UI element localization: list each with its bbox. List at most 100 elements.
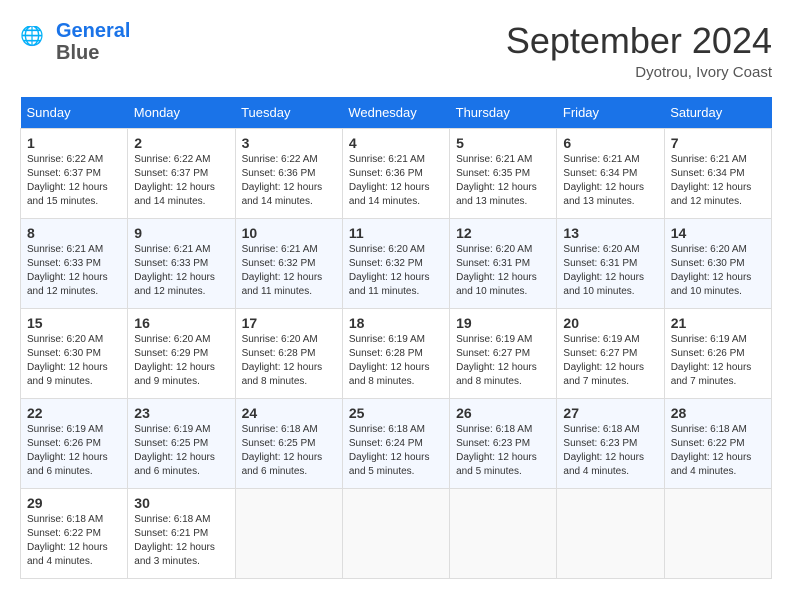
day-info: Sunrise: 6:19 AM Sunset: 6:25 PM Dayligh… (134, 423, 228, 479)
day-number: 8 (27, 225, 121, 241)
day-info: Sunrise: 6:21 AM Sunset: 6:32 PM Dayligh… (242, 243, 336, 299)
calendar-cell: 15 Sunrise: 6:20 AM Sunset: 6:30 PM Dayli… (21, 309, 128, 399)
day-info: Sunrise: 6:20 AM Sunset: 6:32 PM Dayligh… (349, 243, 443, 299)
calendar-week-3: 15 Sunrise: 6:20 AM Sunset: 6:30 PM Dayli… (21, 309, 772, 399)
calendar-cell: 10 Sunrise: 6:21 AM Sunset: 6:32 PM Dayli… (235, 219, 342, 309)
calendar-week-5: 29Sunrise: 6:18 AM Sunset: 6:22 PM Dayli… (21, 489, 772, 579)
calendar-cell: 20Sunrise: 6:19 AM Sunset: 6:27 PM Dayli… (557, 309, 664, 399)
calendar-week-2: 8 Sunrise: 6:21 AM Sunset: 6:33 PM Daylig… (21, 219, 772, 309)
calendar-cell (235, 489, 342, 579)
calendar-body: 1Sunrise: 6:22 AM Sunset: 6:37 PM Daylig… (21, 129, 772, 579)
day-number: 12 (456, 225, 550, 241)
title-block: September 2024 Dyotrou, Ivory Coast (506, 20, 772, 81)
day-number: 17 (242, 315, 336, 331)
dow-tuesday: Tuesday (235, 97, 342, 129)
day-number: 6 (563, 135, 657, 151)
calendar-cell: 28 Sunrise: 6:18 AM Sunset: 6:22 PM Dayli… (664, 399, 771, 489)
day-number: 30 (134, 495, 228, 511)
day-info: Sunrise: 6:21 AM Sunset: 6:34 PM Dayligh… (671, 153, 765, 209)
day-info: Sunrise: 6:18 AM Sunset: 6:23 PM Dayligh… (563, 423, 657, 479)
day-number: 18 (349, 315, 443, 331)
calendar-cell: 21 Sunrise: 6:19 AM Sunset: 6:26 PM Dayli… (664, 309, 771, 399)
day-number: 4 (349, 135, 443, 151)
day-number: 14 (671, 225, 765, 241)
calendar-cell: 11 Sunrise: 6:20 AM Sunset: 6:32 PM Dayli… (342, 219, 449, 309)
day-info: Sunrise: 6:20 AM Sunset: 6:31 PM Dayligh… (456, 243, 550, 299)
calendar-cell: 1Sunrise: 6:22 AM Sunset: 6:37 PM Daylig… (21, 129, 128, 219)
dow-monday: Monday (128, 97, 235, 129)
day-number: 21 (671, 315, 765, 331)
calendar-cell: 7 Sunrise: 6:21 AM Sunset: 6:34 PM Daylig… (664, 129, 771, 219)
day-number: 26 (456, 405, 550, 421)
calendar-cell: 29Sunrise: 6:18 AM Sunset: 6:22 PM Dayli… (21, 489, 128, 579)
day-info: Sunrise: 6:19 AM Sunset: 6:26 PM Dayligh… (27, 423, 121, 479)
calendar-cell: 19 Sunrise: 6:19 AM Sunset: 6:27 PM Dayli… (450, 309, 557, 399)
logo-text: GeneralBlue (56, 20, 130, 64)
calendar-cell: 9 Sunrise: 6:21 AM Sunset: 6:33 PM Daylig… (128, 219, 235, 309)
day-info: Sunrise: 6:21 AM Sunset: 6:35 PM Dayligh… (456, 153, 550, 209)
day-number: 25 (349, 405, 443, 421)
dow-sunday: Sunday (21, 97, 128, 129)
day-info: Sunrise: 6:21 AM Sunset: 6:33 PM Dayligh… (27, 243, 121, 299)
svg-text:🌐: 🌐 (20, 26, 44, 47)
day-info: Sunrise: 6:19 AM Sunset: 6:28 PM Dayligh… (349, 333, 443, 389)
day-info: Sunrise: 6:18 AM Sunset: 6:24 PM Dayligh… (349, 423, 443, 479)
day-number: 9 (134, 225, 228, 241)
dow-wednesday: Wednesday (342, 97, 449, 129)
day-number: 13 (563, 225, 657, 241)
day-info: Sunrise: 6:19 AM Sunset: 6:27 PM Dayligh… (563, 333, 657, 389)
day-number: 3 (242, 135, 336, 151)
calendar-cell: 18 Sunrise: 6:19 AM Sunset: 6:28 PM Dayli… (342, 309, 449, 399)
day-info: Sunrise: 6:22 AM Sunset: 6:37 PM Dayligh… (27, 153, 121, 209)
day-info: Sunrise: 6:20 AM Sunset: 6:29 PM Dayligh… (134, 333, 228, 389)
dow-saturday: Saturday (664, 97, 771, 129)
day-number: 15 (27, 315, 121, 331)
day-number: 28 (671, 405, 765, 421)
day-number: 5 (456, 135, 550, 151)
day-number: 11 (349, 225, 443, 241)
calendar-cell: 27 Sunrise: 6:18 AM Sunset: 6:23 PM Dayli… (557, 399, 664, 489)
logo: 🌐 GeneralBlue (20, 20, 130, 64)
days-of-week-header: SundayMondayTuesdayWednesdayThursdayFrid… (21, 97, 772, 129)
day-info: Sunrise: 6:20 AM Sunset: 6:31 PM Dayligh… (563, 243, 657, 299)
calendar-week-4: 22Sunrise: 6:19 AM Sunset: 6:26 PM Dayli… (21, 399, 772, 489)
day-info: Sunrise: 6:18 AM Sunset: 6:22 PM Dayligh… (671, 423, 765, 479)
day-number: 10 (242, 225, 336, 241)
day-number: 23 (134, 405, 228, 421)
day-info: Sunrise: 6:20 AM Sunset: 6:30 PM Dayligh… (27, 333, 121, 389)
calendar-week-1: 1Sunrise: 6:22 AM Sunset: 6:37 PM Daylig… (21, 129, 772, 219)
calendar-cell: 17 Sunrise: 6:20 AM Sunset: 6:28 PM Dayli… (235, 309, 342, 399)
calendar-cell: 14 Sunrise: 6:20 AM Sunset: 6:30 PM Dayli… (664, 219, 771, 309)
dow-friday: Friday (557, 97, 664, 129)
calendar-cell: 16 Sunrise: 6:20 AM Sunset: 6:29 PM Dayli… (128, 309, 235, 399)
day-number: 27 (563, 405, 657, 421)
month-title: September 2024 (506, 20, 772, 62)
day-info: Sunrise: 6:18 AM Sunset: 6:21 PM Dayligh… (134, 513, 228, 569)
calendar-cell: 5 Sunrise: 6:21 AM Sunset: 6:35 PM Daylig… (450, 129, 557, 219)
day-info: Sunrise: 6:19 AM Sunset: 6:27 PM Dayligh… (456, 333, 550, 389)
day-info: Sunrise: 6:19 AM Sunset: 6:26 PM Dayligh… (671, 333, 765, 389)
day-number: 19 (456, 315, 550, 331)
calendar-cell (664, 489, 771, 579)
day-info: Sunrise: 6:18 AM Sunset: 6:22 PM Dayligh… (27, 513, 121, 569)
calendar-cell: 22Sunrise: 6:19 AM Sunset: 6:26 PM Dayli… (21, 399, 128, 489)
calendar-cell: 12 Sunrise: 6:20 AM Sunset: 6:31 PM Dayli… (450, 219, 557, 309)
calendar-cell: 6Sunrise: 6:21 AM Sunset: 6:34 PM Daylig… (557, 129, 664, 219)
page-header: 🌐 GeneralBlue September 2024 Dyotrou, Iv… (20, 20, 772, 81)
calendar-cell: 30 Sunrise: 6:18 AM Sunset: 6:21 PM Dayli… (128, 489, 235, 579)
day-number: 24 (242, 405, 336, 421)
day-info: Sunrise: 6:21 AM Sunset: 6:33 PM Dayligh… (134, 243, 228, 299)
day-info: Sunrise: 6:22 AM Sunset: 6:37 PM Dayligh… (134, 153, 228, 209)
day-info: Sunrise: 6:20 AM Sunset: 6:28 PM Dayligh… (242, 333, 336, 389)
day-number: 7 (671, 135, 765, 151)
day-info: Sunrise: 6:21 AM Sunset: 6:36 PM Dayligh… (349, 153, 443, 209)
dow-thursday: Thursday (450, 97, 557, 129)
calendar-cell (450, 489, 557, 579)
day-info: Sunrise: 6:22 AM Sunset: 6:36 PM Dayligh… (242, 153, 336, 209)
calendar-cell: 3 Sunrise: 6:22 AM Sunset: 6:36 PM Daylig… (235, 129, 342, 219)
calendar-cell (342, 489, 449, 579)
day-info: Sunrise: 6:20 AM Sunset: 6:30 PM Dayligh… (671, 243, 765, 299)
logo-icon: 🌐 (20, 26, 52, 58)
calendar-cell: 4 Sunrise: 6:21 AM Sunset: 6:36 PM Daylig… (342, 129, 449, 219)
day-number: 16 (134, 315, 228, 331)
